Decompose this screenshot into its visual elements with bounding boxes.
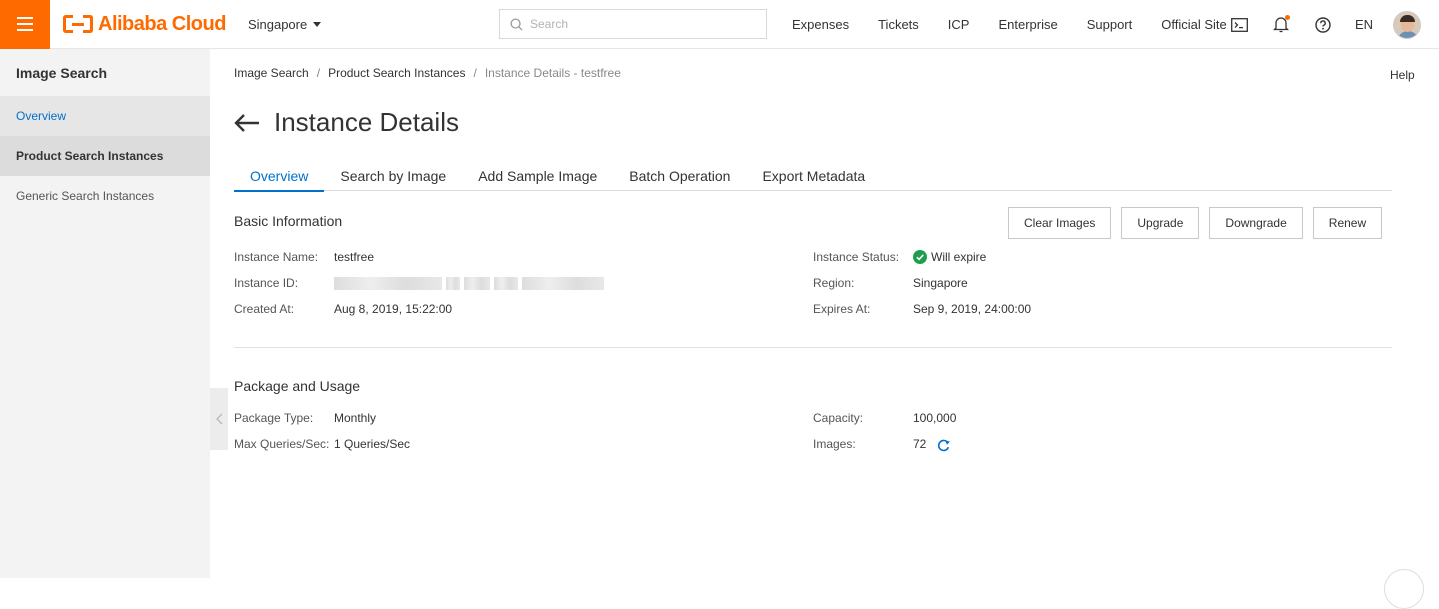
tab-overview[interactable]: Overview xyxy=(234,160,325,192)
breadcrumb-current: Instance Details - testfree xyxy=(484,66,621,80)
package-type-value: Monthly xyxy=(334,411,377,425)
created-at-value: Aug 8, 2019, 15:22:00 xyxy=(334,302,453,316)
tab-bar: Overview Search by Image Add Sample Imag… xyxy=(234,160,1392,192)
global-search[interactable] xyxy=(499,9,767,39)
upgrade-button[interactable]: Upgrade xyxy=(1121,207,1200,239)
page-title: Instance Details xyxy=(274,107,459,137)
tab-search-by-image[interactable]: Search by Image xyxy=(324,160,462,191)
instance-status-label: Instance Status: xyxy=(813,250,900,264)
refresh-icon[interactable] xyxy=(930,439,952,452)
nav-link-official-site[interactable]: Official Site xyxy=(1161,17,1227,32)
max-qps-value: 1 Queries/Sec xyxy=(334,437,411,451)
instance-id-label: Instance ID: xyxy=(234,276,299,290)
breadcrumb-product-search-instances[interactable]: Product Search Instances xyxy=(328,66,465,80)
alibaba-cloud-logo[interactable]: Alibaba Cloud xyxy=(63,13,226,36)
instance-status-row: Instance Status: Will expire xyxy=(813,250,986,264)
nav-link-enterprise[interactable]: Enterprise xyxy=(998,17,1057,32)
nav-link-expenses[interactable]: Expenses xyxy=(792,17,849,32)
alibaba-logo-icon xyxy=(63,15,93,33)
instance-name-label: Instance Name: xyxy=(234,250,319,264)
instance-name-row: Instance Name: testfree xyxy=(234,250,374,264)
max-qps-row: Max Queries/Sec: 1 Queries/Sec xyxy=(234,437,410,451)
help-link[interactable]: Help xyxy=(1390,68,1415,82)
title-row: Instance Details xyxy=(234,107,459,138)
max-qps-label: Max Queries/Sec: xyxy=(234,437,330,451)
section-divider xyxy=(234,347,1392,348)
chevron-left-icon xyxy=(215,413,222,425)
images-row: Images: 72 xyxy=(813,437,952,451)
brand-name: Alibaba Cloud xyxy=(98,12,226,35)
tab-add-sample-image[interactable]: Add Sample Image xyxy=(462,160,613,191)
sidebar-item-generic-search-instances[interactable]: Generic Search Instances xyxy=(0,176,210,216)
images-value-group: 72 xyxy=(913,437,952,451)
breadcrumb: Image Search / Product Search Instances … xyxy=(234,66,621,80)
sidebar: Image Search Overview Product Search Ins… xyxy=(0,49,210,578)
region-row: Region: Singapore xyxy=(813,276,968,290)
breadcrumb-separator: / xyxy=(473,66,477,80)
sidebar-title: Image Search xyxy=(16,64,108,81)
region-selector[interactable]: Singapore xyxy=(247,16,322,32)
expires-at-row: Expires At: Sep 9, 2019, 24:00:00 xyxy=(813,302,1031,316)
package-type-label: Package Type: xyxy=(234,411,314,425)
renew-button[interactable]: Renew xyxy=(1312,207,1383,239)
top-links: Expenses Tickets ICP Enterprise Support … xyxy=(792,0,1256,49)
region-value: Singapore xyxy=(913,276,968,290)
nav-link-support[interactable]: Support xyxy=(1087,17,1133,32)
language-switch[interactable]: EN xyxy=(1355,17,1373,32)
bell-icon[interactable] xyxy=(1271,14,1291,35)
instance-name-value: testfree xyxy=(334,250,375,264)
created-at-row: Created At: Aug 8, 2019, 15:22:00 xyxy=(234,302,452,316)
help-circle-icon[interactable] xyxy=(1313,15,1333,35)
hamburger-menu-icon[interactable] xyxy=(0,0,50,49)
search-input[interactable] xyxy=(530,17,750,31)
terminal-icon[interactable] xyxy=(1229,15,1249,35)
basic-information-title: Basic Information xyxy=(234,213,343,229)
floating-action-button[interactable] xyxy=(1384,569,1424,609)
breadcrumb-image-search[interactable]: Image Search xyxy=(234,66,309,80)
search-icon xyxy=(510,17,523,31)
capacity-value: 100,000 xyxy=(913,411,957,425)
top-icons: EN xyxy=(1229,0,1422,49)
region-label: Region: xyxy=(813,276,855,290)
instance-status-value: Will expire xyxy=(931,250,987,264)
images-value: 72 xyxy=(913,437,927,451)
top-navigation-bar: Alibaba Cloud Singapore Expenses Tickets… xyxy=(0,0,1439,49)
expires-at-label: Expires At: xyxy=(813,302,871,316)
instance-id-row: Instance ID: xyxy=(234,276,604,290)
instance-id-redacted xyxy=(334,276,604,290)
capacity-label: Capacity: xyxy=(813,411,864,425)
capacity-row: Capacity: 100,000 xyxy=(813,411,956,425)
package-type-row: Package Type: Monthly xyxy=(234,411,376,425)
package-usage-title: Package and Usage xyxy=(234,378,361,394)
clear-images-button[interactable]: Clear Images xyxy=(1008,207,1112,239)
check-circle-icon xyxy=(913,250,927,264)
breadcrumb-separator: / xyxy=(316,66,321,80)
created-at-label: Created At: xyxy=(234,302,295,316)
tab-export-metadata[interactable]: Export Metadata xyxy=(746,160,881,191)
status-badge: Will expire xyxy=(913,250,986,264)
tab-batch-operation[interactable]: Batch Operation xyxy=(613,160,746,191)
images-label: Images: xyxy=(813,437,856,451)
expires-at-value: Sep 9, 2019, 24:00:00 xyxy=(913,302,1032,316)
action-buttons: Clear Images Upgrade Downgrade Renew xyxy=(1008,207,1383,239)
caret-down-icon xyxy=(313,21,322,27)
sidebar-collapse-handle[interactable] xyxy=(210,388,228,450)
region-label: Singapore xyxy=(247,16,308,32)
sidebar-item-product-search-instances[interactable]: Product Search Instances xyxy=(0,136,210,176)
sidebar-item-overview[interactable]: Overview xyxy=(0,96,210,136)
notification-dot xyxy=(1285,14,1290,20)
nav-link-tickets[interactable]: Tickets xyxy=(878,17,919,32)
arrow-left-icon[interactable] xyxy=(234,113,260,133)
downgrade-button[interactable]: Downgrade xyxy=(1209,207,1303,239)
avatar[interactable] xyxy=(1393,10,1422,39)
nav-link-icp[interactable]: ICP xyxy=(948,17,970,32)
